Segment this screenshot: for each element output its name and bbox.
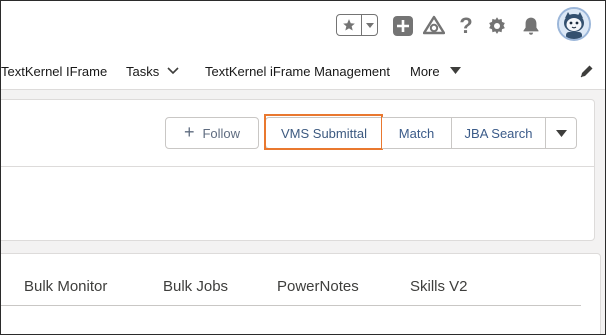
favorites-button-group[interactable]	[336, 14, 378, 36]
bell-icon[interactable]	[519, 14, 543, 38]
nav-item-textkernel-iframe[interactable]: TextKernel IFrame	[1, 53, 107, 89]
utility-bar: ?	[1, 1, 605, 53]
nav-item-label: TextKernel IFrame	[1, 63, 108, 79]
vms-submittal-button[interactable]: VMS Submittal	[265, 117, 383, 149]
follow-button[interactable]: + Follow	[165, 117, 259, 149]
navigation-bar: TextKernel IFrame Tasks TextKernel iFram…	[1, 53, 605, 90]
app-frame: ? TextKernel IFrame Tasks TextKernel iFr…	[0, 0, 606, 335]
star-icon[interactable]	[337, 15, 362, 35]
nav-item-label: Tasks	[126, 63, 160, 79]
chevron-down-icon[interactable]	[167, 67, 179, 75]
avatar-icon	[559, 9, 589, 39]
nav-item-label: More	[410, 63, 440, 79]
more-actions-button[interactable]	[545, 117, 577, 149]
jba-search-button[interactable]: JBA Search	[451, 117, 546, 149]
edit-nav-pencil-icon[interactable]	[579, 63, 595, 79]
tab-powernotes[interactable]: PowerNotes	[277, 278, 359, 295]
vms-submittal-label: VMS Submittal	[281, 125, 367, 141]
nav-item-more[interactable]: More	[410, 53, 461, 89]
tabs-underline	[1, 305, 581, 306]
match-button[interactable]: Match	[382, 117, 452, 149]
gear-icon[interactable]	[485, 14, 509, 38]
plus-icon: +	[183, 122, 195, 142]
add-icon[interactable]	[391, 14, 415, 38]
divider	[1, 166, 594, 167]
avatar[interactable]	[557, 7, 591, 41]
caret-down-icon	[555, 126, 567, 141]
nav-item-tasks[interactable]: Tasks	[126, 53, 179, 89]
tab-bulk-jobs[interactable]: Bulk Jobs	[163, 278, 228, 295]
trailhead-icon[interactable]	[422, 14, 446, 38]
nav-item-textkernel-iframe-management[interactable]: TextKernel iFrame Management	[205, 53, 390, 89]
chevron-down-icon[interactable]	[362, 15, 377, 35]
help-icon[interactable]: ?	[454, 13, 478, 38]
match-label: Match	[398, 125, 435, 141]
caret-down-icon[interactable]	[449, 67, 461, 75]
nav-item-label: TextKernel iFrame Management	[205, 63, 390, 79]
tab-bulk-monitor[interactable]: Bulk Monitor	[24, 278, 107, 295]
tab-skills-v2[interactable]: Skills V2	[410, 278, 468, 295]
follow-label: Follow	[202, 125, 241, 141]
jba-search-label: JBA Search	[464, 125, 533, 141]
